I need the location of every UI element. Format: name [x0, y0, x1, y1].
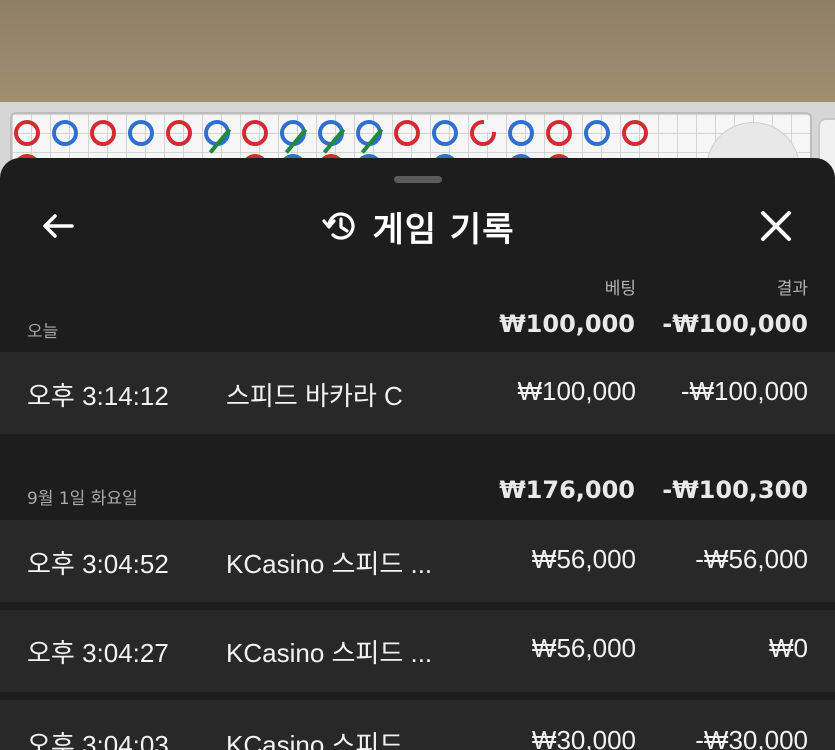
- player-tie-marker: [204, 120, 232, 154]
- row-result: -₩30,000: [695, 725, 808, 750]
- game-history-sheet: 게임 기록 베팅 결과 오늘 ₩100,000 -₩100,000 오후 3:1…: [0, 158, 835, 750]
- row-game: KCasino 스피드 ...: [226, 549, 433, 579]
- history-icon: [321, 212, 355, 240]
- section-result-total: -₩100,000: [662, 310, 808, 338]
- row-result: -₩56,000: [695, 544, 808, 574]
- row-result: ₩0: [769, 633, 808, 663]
- row-bet: ₩30,000: [531, 725, 636, 750]
- row-bet: ₩56,000: [531, 633, 636, 663]
- page-title: 게임 기록: [372, 209, 515, 250]
- banker-marker: [546, 120, 572, 146]
- drag-handle[interactable]: [394, 176, 442, 183]
- history-row[interactable]: 오후 3:04:03 KCasino 스피드 ... ₩30,000 -₩30,…: [0, 700, 835, 750]
- history-row[interactable]: 오후 3:14:12 스피드 바카라 C ₩100,000 -₩100,000: [0, 352, 835, 434]
- banker-marker: [166, 120, 192, 146]
- player-tie-marker: [356, 120, 384, 154]
- row-bet: ₩100,000: [517, 376, 636, 406]
- row-bet: ₩56,000: [531, 544, 636, 574]
- row-time: 오후 3:04:03: [27, 730, 169, 750]
- column-header-result: 결과: [776, 279, 808, 299]
- player-marker: [584, 120, 610, 146]
- banker-marker: [622, 120, 648, 146]
- banker-marker: [14, 120, 40, 146]
- player-marker: [128, 120, 154, 146]
- row-game: KCasino 스피드 ...: [226, 638, 433, 668]
- banker-marker: [470, 120, 496, 146]
- section-result-total: -₩100,300: [662, 476, 808, 504]
- row-game: 스피드 바카라 C: [226, 381, 403, 411]
- player-marker: [432, 120, 458, 146]
- player-marker: [52, 120, 78, 146]
- sheet-header: 게임 기록: [0, 198, 835, 254]
- row-result: -₩100,000: [680, 376, 808, 406]
- row-game: KCasino 스피드 ...: [226, 730, 433, 750]
- close-button[interactable]: [754, 204, 798, 248]
- row-time: 오후 3:14:12: [27, 381, 169, 411]
- section-date-label: 9월 1일 화요일: [27, 489, 138, 509]
- history-row[interactable]: 오후 3:04:52 KCasino 스피드 ... ₩56,000 -₩56,…: [0, 520, 835, 602]
- row-time: 오후 3:04:27: [27, 638, 169, 668]
- section-bet-total: ₩176,000: [499, 476, 635, 504]
- player-tie-marker: [318, 120, 346, 154]
- banker-marker: [394, 120, 420, 146]
- close-icon: [761, 211, 791, 241]
- row-time: 오후 3:04:52: [27, 549, 169, 579]
- section-date-label: 오늘: [27, 322, 59, 342]
- player-tie-marker: [280, 120, 308, 154]
- game-table-background: [0, 0, 835, 102]
- section-bet-total: ₩100,000: [499, 310, 635, 338]
- column-header-bet: 베팅: [604, 279, 636, 299]
- player-marker: [508, 120, 534, 146]
- banker-marker: [90, 120, 116, 146]
- banker-marker: [242, 120, 268, 146]
- history-row[interactable]: 오후 3:04:27 KCasino 스피드 ... ₩56,000 ₩0: [0, 610, 835, 692]
